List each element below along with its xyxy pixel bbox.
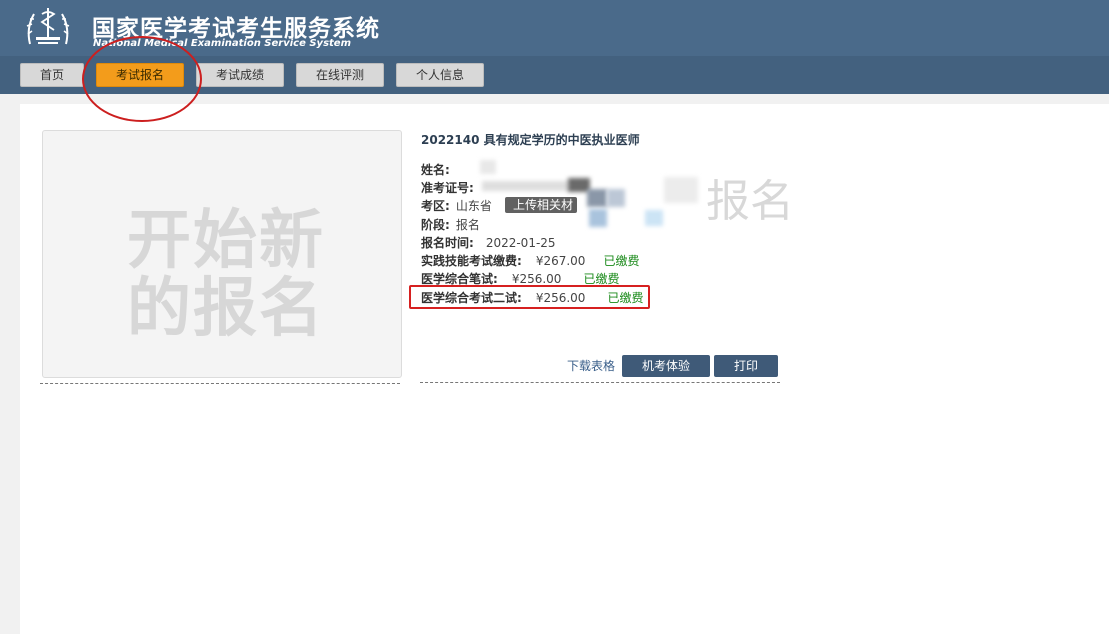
highlight-circle-annotation: [82, 36, 202, 122]
region-row: 考区: 山东省: [421, 197, 492, 214]
nav-online-assessment[interactable]: 在线评测: [296, 63, 384, 87]
redacted-name: [480, 160, 496, 174]
fee-row: 实践技能考试缴费: ¥267.00 已缴费: [421, 252, 639, 269]
redacted-block-2: [607, 189, 625, 207]
redacted-block-5: [664, 177, 698, 203]
nav-personal-info[interactable]: 个人信息: [396, 63, 484, 87]
ticket-row: 准考证号:: [421, 179, 474, 196]
exam-title: 2022140 具有规定学历的中医执业医师: [421, 133, 640, 147]
region-value: 山东省: [455, 199, 492, 213]
print-button[interactable]: 打印: [714, 355, 778, 377]
region-label: 考区:: [421, 199, 450, 213]
machine-exam-trial-button[interactable]: 机考体验: [622, 355, 710, 377]
fee-status: 已缴费: [603, 254, 640, 268]
fee-status: 已缴费: [583, 272, 620, 286]
ticket-label: 准考证号:: [421, 181, 474, 195]
download-form-link[interactable]: 下载表格: [567, 357, 615, 374]
redacted-block-3: [589, 209, 607, 227]
redacted-block-4: [645, 210, 663, 226]
fee-label: 实践技能考试缴费:: [421, 254, 522, 268]
highlight-box-annotation: [409, 285, 650, 309]
fee-label: 医学综合笔试:: [421, 272, 498, 286]
stage-label: 阶段:: [421, 218, 450, 232]
registration-time-value: 2022-01-25: [485, 236, 556, 250]
fee-amount: ¥256.00: [511, 272, 562, 286]
divider-right: [420, 382, 780, 383]
caduceus-logo-icon: [26, 8, 70, 45]
new-registration-line2: 的报名: [127, 272, 325, 346]
upload-materials-button[interactable]: 上传相关材: [505, 197, 577, 213]
divider-left: [40, 383, 400, 384]
stage-value: 报名: [455, 218, 480, 232]
name-row: 姓名:: [421, 161, 450, 178]
fee-amount: ¥267.00: [535, 254, 586, 268]
start-new-registration-card[interactable]: 开始新 的报名: [42, 130, 402, 378]
name-label: 姓名:: [421, 163, 450, 177]
stage-row: 阶段: 报名: [421, 216, 480, 233]
faded-registration-text: 报名: [706, 176, 794, 227]
registration-time-row: 报名时间: 2022-01-25: [421, 234, 556, 251]
redacted-ticket: [482, 181, 570, 191]
nav-home[interactable]: 首页: [20, 63, 84, 87]
redacted-block-1: [587, 189, 607, 207]
registration-time-label: 报名时间:: [421, 236, 474, 250]
nav-exam-scores[interactable]: 考试成绩: [196, 63, 284, 87]
